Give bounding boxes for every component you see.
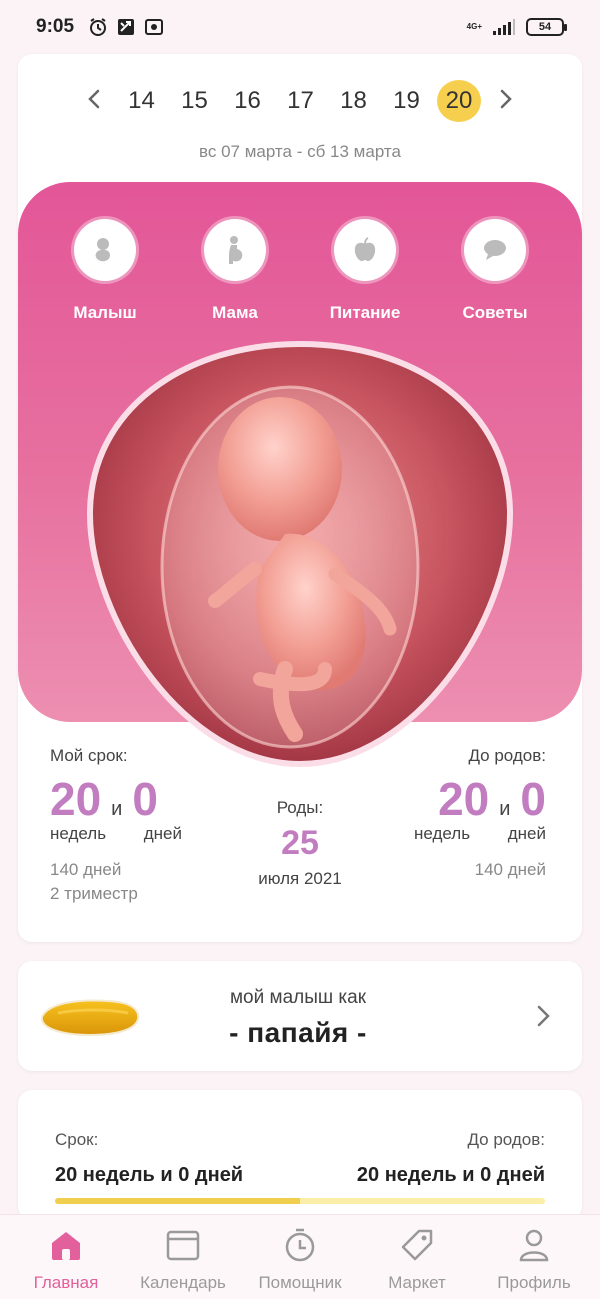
tag-icon	[401, 1229, 433, 1261]
quick-link-mom[interactable]: Мама	[175, 219, 295, 329]
papaya-image	[40, 999, 140, 1037]
pregnancy-stats: Мой срок: 20 и 0 недель дней 140 дней 2 …	[18, 744, 582, 934]
my-term-weeks: 20	[50, 773, 102, 825]
quick-link-baby[interactable]: Малыш	[45, 219, 165, 329]
term-summary-card: Срок: 20 недель и 0 дней До родов: 20 не…	[18, 1090, 582, 1220]
quick-links: Малыш Мама Питание Советы	[18, 219, 582, 329]
chevron-right-icon	[500, 89, 512, 109]
network-label: 4G+	[466, 22, 482, 31]
next-week-button[interactable]	[485, 84, 525, 118]
prev-week-button[interactable]	[75, 84, 115, 118]
shuffle-icon	[118, 19, 135, 35]
summary-until-value: 20 недель и 0 дней	[356, 1164, 545, 1186]
week-date-range: вс 07 марта - сб 13 марта	[199, 142, 401, 161]
status-time: 9:05	[36, 16, 75, 37]
until-birth-block: До родов: 20 и 0 недель дней 140 дней	[346, 746, 546, 882]
week-15[interactable]: 15	[168, 80, 221, 122]
my-term-days: 0	[132, 773, 158, 825]
quick-link-label: Советы	[462, 303, 528, 322]
summary-until-label: До родов:	[467, 1130, 545, 1149]
week-16[interactable]: 16	[221, 80, 274, 122]
week-17[interactable]: 17	[274, 80, 327, 122]
signal-icon	[493, 19, 515, 35]
until-birth-title: До родов:	[468, 746, 546, 765]
week-20-selected[interactable]: 20	[437, 80, 481, 122]
pregnant-woman-icon	[229, 236, 243, 264]
chevron-right-icon	[537, 1005, 550, 1027]
nav-home[interactable]: Главная	[8, 1215, 124, 1299]
battery-indicator: 54	[526, 18, 567, 36]
week-19[interactable]: 19	[380, 80, 433, 122]
timer-icon	[285, 1228, 315, 1262]
quick-link-label: Малыш	[73, 303, 137, 322]
screen-record-icon	[145, 19, 164, 35]
baby-size-caption: мой малыш как	[229, 987, 367, 1008]
baby-icon	[95, 238, 110, 262]
nav-assistant[interactable]: Помощник	[242, 1215, 358, 1299]
week-14[interactable]: 14	[115, 80, 168, 122]
pregnancy-overview-card: 14 15 16 17 18 19 20 вс 07 марта - сб 13…	[18, 54, 582, 942]
alarm-icon	[90, 18, 107, 36]
my-term-title: Мой срок:	[50, 746, 128, 765]
home-icon	[52, 1232, 80, 1260]
nav-profile[interactable]: Профиль	[476, 1215, 592, 1299]
until-birth-weeks: 20	[438, 773, 490, 825]
pregnancy-progress-bar	[55, 1198, 545, 1204]
summary-term-value: 20 недель и 0 дней	[55, 1164, 244, 1186]
week-18[interactable]: 18	[327, 80, 380, 122]
baby-size-fruit: - папайя -	[229, 1017, 367, 1048]
status-bar: 9:05 4G+ 54	[0, 0, 600, 54]
quick-link-label: Питание	[329, 303, 401, 322]
quick-link-label: Мама	[212, 303, 258, 322]
baby-size-card[interactable]: мой малыш как - папайя -	[18, 961, 582, 1071]
quick-link-nutrition[interactable]: Питание	[305, 219, 425, 329]
apple-icon	[354, 237, 376, 261]
chat-bubble-icon	[484, 240, 506, 260]
embryo-illustration	[86, 340, 514, 768]
until-birth-days: 0	[520, 773, 546, 825]
summary-term-label: Срок:	[55, 1130, 99, 1149]
chevron-left-icon	[88, 89, 100, 109]
nav-calendar[interactable]: Календарь	[125, 1215, 241, 1299]
until-birth-total-days: 140 дней	[474, 860, 546, 879]
calendar-icon	[166, 1230, 200, 1261]
profile-icon	[519, 1229, 549, 1262]
nav-market[interactable]: Маркет	[359, 1215, 475, 1299]
progress-fill	[55, 1198, 300, 1204]
bottom-navigation: Главная Календарь Помощник Маркет Профил…	[0, 1214, 600, 1299]
week-selector: 14 15 16 17 18 19 20	[18, 76, 582, 126]
quick-link-tips[interactable]: Советы	[435, 219, 555, 329]
